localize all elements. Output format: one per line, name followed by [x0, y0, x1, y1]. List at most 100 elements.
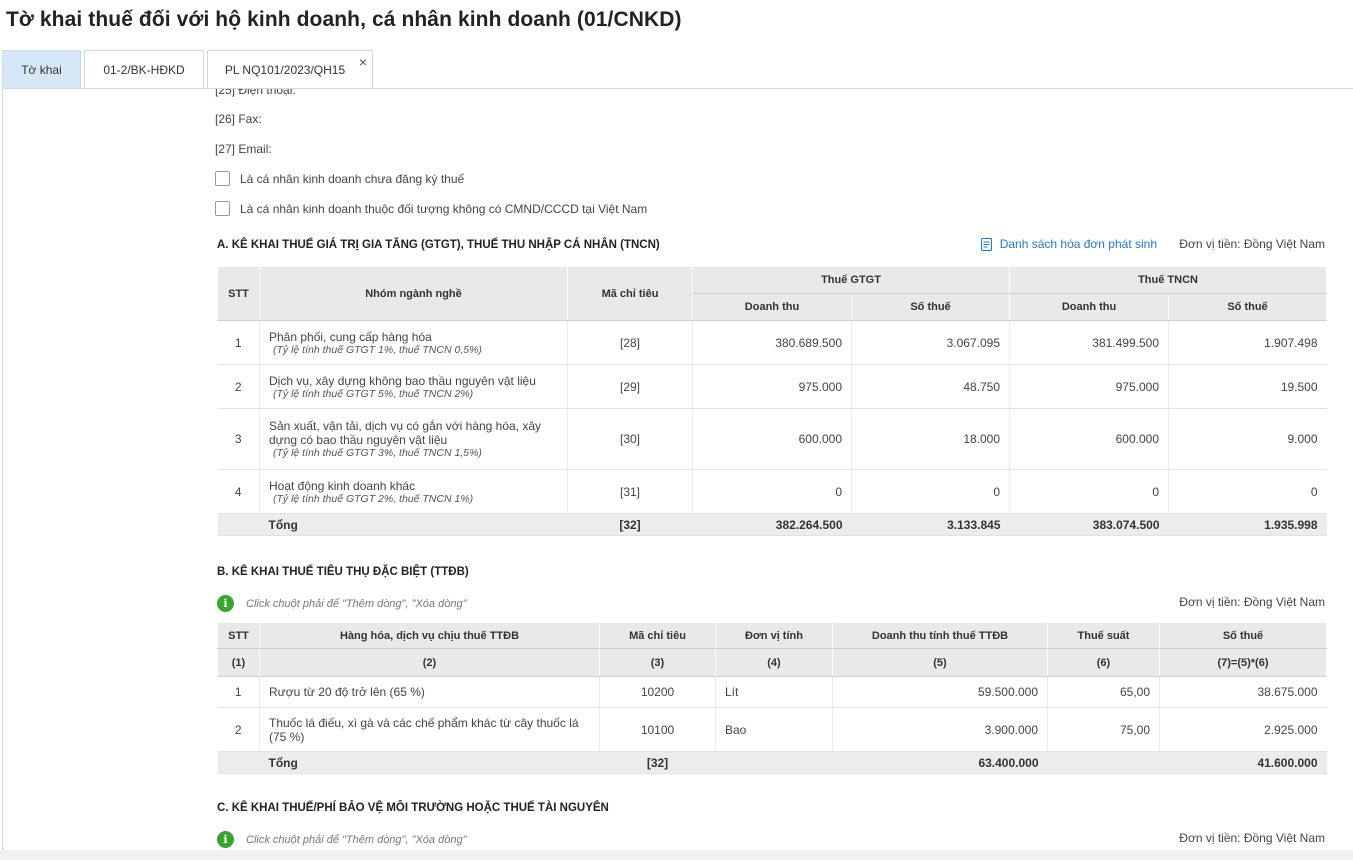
pit-revenue-cell[interactable]: 0 [1009, 469, 1170, 514]
total-code: [32] [599, 751, 716, 774]
unit-cell: Bao [715, 707, 833, 752]
group-name: Sản xuất, vận tải, dịch vụ có gắn với hà… [269, 419, 542, 447]
vat-tax-cell[interactable]: 18.000 [851, 408, 1011, 470]
section-a-heading: A. KÊ KHAI THUẾ GIÁ TRỊ GIA TĂNG (GTGT),… [217, 239, 660, 251]
form-content[interactable]: [25] Điện thoại: [26] Fax: [27] Email: L… [2, 88, 1353, 850]
table-row[interactable]: 2 Thuốc lá điếu, xì gà và các chế phẩm k… [217, 707, 1327, 752]
table-row: 2 Dịch vụ, xây dựng không bao thầu nguyê… [217, 364, 1327, 409]
hint-text: Click chuột phải để "Thêm dòng", "Xóa dò… [246, 833, 467, 846]
vat-tax-cell[interactable]: 48.750 [851, 364, 1011, 409]
col-vat-tax: Số thuế [850, 293, 1011, 321]
group-name: Hoạt động kinh doanh khác [269, 478, 416, 493]
info-icon: i [217, 831, 234, 848]
table-row[interactable]: 1 Rượu từ 20 độ trở lên (65 %) 10200 Lít… [217, 676, 1327, 708]
row-code: [30] [567, 408, 693, 470]
row-stt: 1 [217, 676, 260, 708]
unregistered-checkbox[interactable] [215, 171, 230, 186]
total-pit-revenue: 383.074.500 [1009, 513, 1169, 536]
pit-tax-cell[interactable]: 0 [1168, 469, 1327, 514]
col-index: (4) [715, 648, 833, 677]
no-id-checkbox[interactable] [215, 201, 230, 216]
col-index: (6) [1047, 648, 1160, 677]
group-rate: (Tỷ lệ tính thuế GTGT 5%, thuế TNCN 2%) [273, 387, 474, 400]
rate-cell: 75,00 [1047, 707, 1160, 752]
tab-label: Tờ khai [21, 62, 62, 77]
vat-revenue-cell[interactable]: 380.689.500 [692, 320, 852, 365]
tax-cell: 2.925.000 [1159, 707, 1327, 752]
close-icon[interactable]: × [359, 55, 367, 69]
code-cell: 10100 [599, 707, 716, 752]
unit-cell: Lít [715, 676, 833, 708]
invoice-list-link[interactable]: Danh sách hóa đơn phát sinh [980, 237, 1157, 251]
phone-label: [25] Điện thoại: [215, 88, 296, 97]
hint-text: Click chuột phải để "Thêm dòng", "Xóa dò… [246, 597, 467, 610]
row-stt: 2 [217, 707, 260, 752]
group-rate: (Tỷ lệ tính thuế GTGT 2%, thuế TNCN 1%) [273, 492, 474, 505]
pit-tax-cell[interactable]: 1.907.498 [1168, 320, 1327, 365]
tab-bk-hdkd[interactable]: 01-2/BK-HĐKD [84, 50, 204, 88]
group-name: Phân phối, cung cấp hàng hóa [269, 329, 432, 344]
no-id-checkbox-row[interactable]: Là cá nhân kinh doanh thuộc đối tượng kh… [215, 201, 647, 216]
tab-pl-nq101[interactable]: PL NQ101/2023/QH15 × [207, 50, 373, 88]
vat-revenue-cell[interactable]: 975.000 [692, 364, 852, 409]
total-pit-tax: 1.935.998 [1168, 513, 1327, 536]
col-pit-revenue: Doanh thu [1009, 293, 1170, 321]
col-goods: Hàng hóa, dịch vụ chịu thuế TTĐB [259, 622, 600, 649]
vat-revenue-cell[interactable]: 0 [692, 469, 852, 514]
row-stt: 3 [217, 408, 260, 470]
unregistered-checkbox-row[interactable]: Là cá nhân kinh doanh chưa đăng ký thuế [215, 171, 464, 186]
vat-tax-cell[interactable]: 0 [851, 469, 1011, 514]
total-empty [217, 513, 260, 536]
col-pit-tax: Số thuế [1168, 293, 1328, 321]
group-rate: (Tỷ lệ tính thuế GTGT 1%, thuế TNCN 0,5%… [273, 343, 482, 356]
total-row: Tổng [32] 382.264.500 3.133.845 383.074.… [217, 513, 1327, 536]
total-label: Tổng [259, 751, 600, 774]
pit-revenue-cell[interactable]: 381.499.500 [1009, 320, 1170, 365]
checkbox-label: Là cá nhân kinh doanh chưa đăng ký thuế [240, 171, 465, 186]
col-stt: STT [217, 266, 260, 321]
goods-cell[interactable]: Rượu từ 20 độ trở lên (65 %) [259, 676, 600, 708]
col-vat: Thuế GTGT [691, 266, 1011, 294]
row-group: Hoạt động kinh doanh khác (Tỷ lệ tính thu… [259, 469, 568, 514]
currency-unit: Đơn vị tiền: Đồng Việt Nam [1179, 595, 1325, 609]
row-group: Sản xuất, vận tải, dịch vụ có gắn với hà… [259, 408, 568, 470]
document-icon [980, 237, 992, 251]
revenue-cell[interactable]: 3.900.000 [832, 707, 1048, 752]
tax-cell: 38.675.000 [1159, 676, 1327, 708]
col-code: Mã chỉ tiêu [567, 266, 693, 321]
col-index: (5) [832, 648, 1048, 677]
tab-to-khai[interactable]: Tờ khai [2, 50, 81, 88]
total-empty [1047, 751, 1160, 774]
pit-tax-cell[interactable]: 9.000 [1168, 408, 1327, 470]
total-revenue: 63.400.000 [832, 751, 1048, 774]
revenue-cell[interactable]: 59.500.000 [832, 676, 1048, 708]
goods-cell[interactable]: Thuốc lá điếu, xì gà và các chế phẩm khá… [259, 707, 600, 752]
pit-revenue-cell[interactable]: 600.000 [1009, 408, 1170, 470]
col-vat-revenue: Doanh thu [692, 293, 852, 321]
table-row: 4 Hoạt động kinh doanh khác (Tỷ lệ tính t… [217, 469, 1327, 514]
col-stt: STT [217, 622, 260, 649]
col-group: Nhóm ngành nghề [259, 266, 568, 321]
email-label: [27] Email: [215, 142, 272, 156]
row-stt: 1 [217, 320, 260, 365]
pit-tax-cell[interactable]: 19.500 [1168, 364, 1327, 409]
col-index: (7)=(5)*(6) [1159, 648, 1327, 677]
vat-tax-cell[interactable]: 3.067.095 [851, 320, 1011, 365]
row-code: [29] [567, 364, 693, 409]
col-rate: Thuế suất [1047, 622, 1160, 649]
row-stt: 2 [217, 364, 260, 409]
pit-revenue-cell[interactable]: 975.000 [1009, 364, 1170, 409]
col-index: (2) [259, 648, 600, 677]
row-group: Phân phối, cung cấp hàng hóa (Tỷ lệ tính … [259, 320, 568, 365]
currency-unit: Đơn vị tiền: Đồng Việt Nam [1179, 831, 1325, 845]
section-c-hint: i Click chuột phải để "Thêm dòng", "Xóa … [217, 831, 466, 848]
tab-label: PL NQ101/2023/QH15 [224, 62, 346, 77]
vat-pit-table: STT Nhóm ngành nghề Mã chỉ tiêu Thuế GTG… [217, 266, 1328, 536]
fax-label: [26] Fax: [215, 112, 262, 126]
excise-tax-table: STT Hàng hóa, dịch vụ chịu thuế TTĐB Mã … [217, 622, 1327, 774]
total-row: Tổng [32] 63.400.000 41.600.000 [217, 751, 1327, 774]
total-code: [32] [567, 513, 693, 536]
vat-revenue-cell[interactable]: 600.000 [692, 408, 852, 470]
col-unit: Đơn vị tính [715, 622, 833, 649]
tab-bar: Tờ khai 01-2/BK-HĐKD PL NQ101/2023/QH15 … [2, 50, 376, 88]
